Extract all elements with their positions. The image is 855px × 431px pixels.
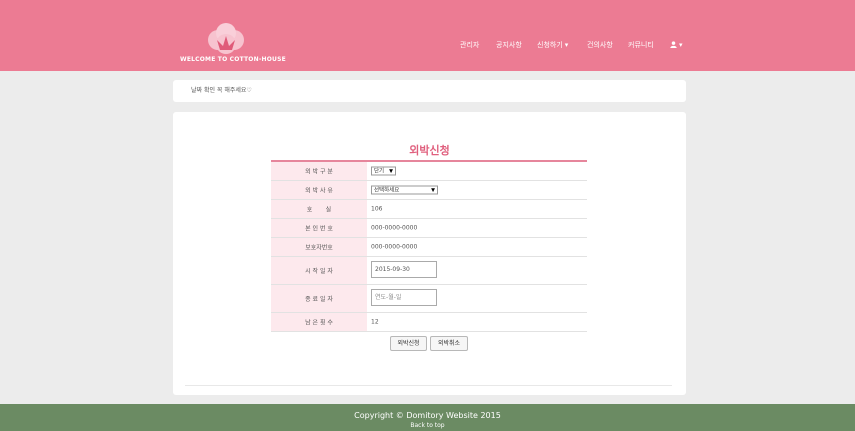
nav-item-apply-label: 신청하기 bbox=[537, 41, 563, 49]
dropdown-arrow-icon: ▼ bbox=[431, 187, 435, 194]
copyright-text: Copyright © Domitory Website 2015 bbox=[354, 411, 501, 420]
form-label: 외 박 사 유 bbox=[271, 181, 367, 199]
form-label-text: 외 박 사 유 bbox=[305, 187, 333, 195]
form-row-start-date: 시 작 일 자 2015-09-30 bbox=[271, 257, 587, 285]
form-label-text: 시 작 일 자 bbox=[305, 268, 333, 275]
stayout-form: 외 박 구 분 단기 ▼ 외 박 사 유 선택하세요 ▼ 호 실 106 본 인 번… bbox=[271, 160, 587, 332]
cotton-flower-icon bbox=[208, 23, 244, 54]
form-label: 호 실 bbox=[271, 200, 367, 218]
nav-item-admin[interactable]: 관리자 bbox=[460, 38, 479, 52]
divider bbox=[185, 385, 672, 386]
form-label: 남 은 횟 수 bbox=[271, 313, 367, 331]
form-label-text: 보호자번호 bbox=[305, 244, 333, 252]
form-row-phone: 본 인 번 호 000-0000-0000 bbox=[271, 219, 587, 238]
nav-item-apply[interactable]: 신청하기 ▾ bbox=[537, 38, 568, 52]
form-row-room: 호 실 106 bbox=[271, 200, 587, 219]
form-row-reason: 외 박 사 유 선택하세요 ▼ bbox=[271, 181, 587, 200]
form-label-text: 외 박 구 분 bbox=[305, 168, 333, 176]
form-label-text: 본 인 번 호 bbox=[305, 225, 333, 233]
logo-text: WELCOME TO COTTON-HOUSE bbox=[180, 56, 286, 63]
form-label: 본 인 번 호 bbox=[271, 219, 367, 237]
logo[interactable]: WELCOME TO COTTON-HOUSE bbox=[180, 22, 286, 66]
apply-stayout-button[interactable]: 외박신청 bbox=[390, 336, 427, 351]
stayout-reason-select[interactable]: 선택하세요 ▼ bbox=[371, 185, 438, 195]
form-row-end-date: 종 료 일 자 연도-월-일 bbox=[271, 285, 587, 313]
dropdown-arrow-icon: ▼ bbox=[389, 168, 393, 175]
form-label-text: 남 은 횟 수 bbox=[305, 319, 333, 327]
stayout-reason-value: 선택하세요 bbox=[374, 187, 400, 194]
site-footer: Copyright © Domitory Website 2015 Back t… bbox=[0, 404, 855, 431]
nav-item-community[interactable]: 커뮤니티 bbox=[628, 38, 654, 52]
form-label: 보호자번호 bbox=[271, 238, 367, 256]
back-to-top-link[interactable]: Back to top bbox=[0, 422, 855, 429]
guardian-phone-number: 000-0000-0000 bbox=[371, 243, 418, 251]
form-row-remaining: 남 은 횟 수 12 bbox=[271, 313, 587, 332]
nav-item-suggestions[interactable]: 건의사항 bbox=[587, 38, 613, 52]
start-date-input[interactable]: 2015-09-30 bbox=[371, 261, 437, 278]
cancel-stayout-button[interactable]: 외박취소 bbox=[430, 336, 468, 351]
form-label: 종 료 일 자 bbox=[271, 285, 367, 312]
notice-bar: 날짜 확인 꼭 해주세요♡ bbox=[173, 80, 686, 102]
form-label-text: 호 실 bbox=[306, 206, 332, 214]
main-panel: 외박신청 외 박 구 분 단기 ▼ 외 박 사 유 선택하세요 ▼ 호 실 106 … bbox=[173, 112, 686, 395]
form-label: 외 박 구 분 bbox=[271, 162, 367, 180]
form-row-guardian-phone: 보호자번호 000-0000-0000 bbox=[271, 238, 587, 257]
end-date-input[interactable]: 연도-월-일 bbox=[371, 289, 437, 306]
stayout-type-select[interactable]: 단기 ▼ bbox=[371, 166, 396, 176]
stayout-type-value: 단기 bbox=[374, 168, 385, 175]
chevron-down-icon: ▾ bbox=[679, 41, 683, 49]
room-number: 106 bbox=[371, 205, 383, 213]
page-title: 외박신청 bbox=[409, 144, 450, 157]
user-icon bbox=[670, 41, 677, 48]
notice-text: 날짜 확인 꼭 해주세요♡ bbox=[191, 87, 252, 94]
remaining-count: 12 bbox=[371, 318, 379, 326]
phone-number: 000-0000-0000 bbox=[371, 224, 418, 232]
user-menu[interactable]: ▾ bbox=[670, 38, 683, 52]
form-label-text: 종 료 일 자 bbox=[305, 296, 333, 303]
nav-item-notices[interactable]: 공지사항 bbox=[496, 38, 522, 52]
form-row-type: 외 박 구 분 단기 ▼ bbox=[271, 162, 587, 181]
form-label: 시 작 일 자 bbox=[271, 257, 367, 284]
chevron-down-icon: ▾ bbox=[564, 41, 569, 49]
site-header: WELCOME TO COTTON-HOUSE 관리자 공지사항 신청하기 ▾ 건… bbox=[0, 0, 855, 71]
